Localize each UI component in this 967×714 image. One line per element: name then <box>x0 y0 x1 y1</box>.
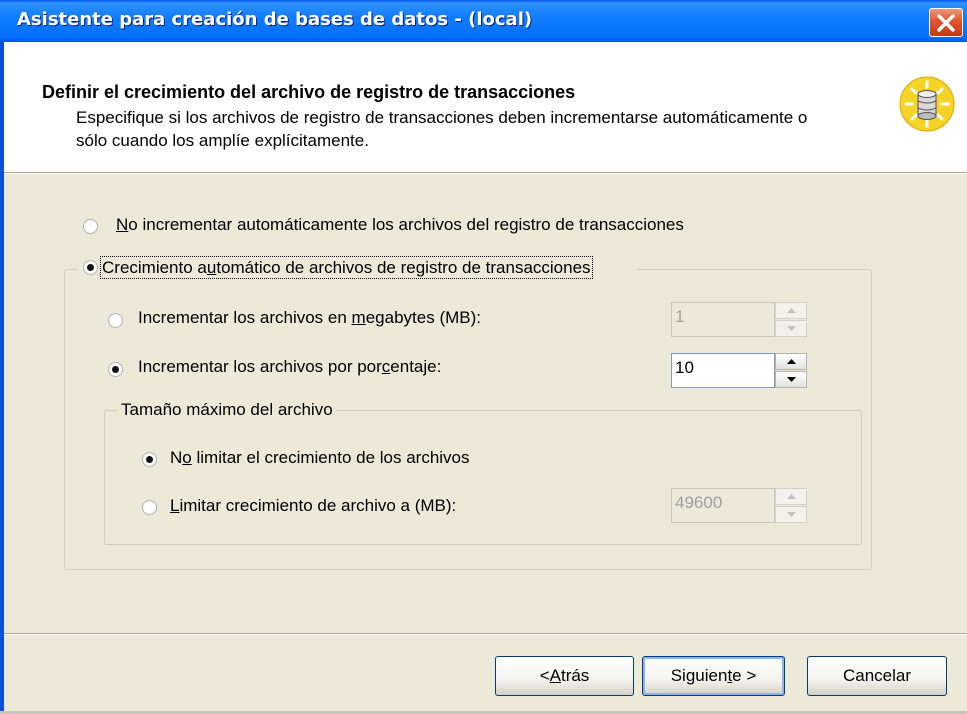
back-button-key: A <box>549 666 561 685</box>
arrow-up-icon <box>787 308 796 313</box>
no-auto-grow-label-post: o incrementar automáticamente los archiv… <box>128 215 684 234</box>
grow-percent-spin-up[interactable] <box>775 353 807 370</box>
arrow-down-icon <box>787 326 796 331</box>
arrow-down-icon <box>787 377 796 382</box>
no-auto-grow-label[interactable]: No incrementar automáticamente los archi… <box>116 215 684 235</box>
limit-label[interactable]: Limitar crecimiento de archivo a (MB): <box>170 496 456 516</box>
grow-mb-label-pre: Incrementar los archivos en <box>138 308 352 327</box>
page-title: Definir el crecimiento del archivo de re… <box>42 82 576 102</box>
next-button[interactable]: Siguien t e > <box>642 656 785 696</box>
title-bar[interactable]: Asistente para creación de bases de dato… <box>0 0 967 42</box>
auto-grow-label-key: u <box>206 258 217 277</box>
unlimited-radio[interactable] <box>142 452 157 467</box>
unlimited-label-key: o <box>182 448 192 467</box>
grow-percent-label-post: entaje: <box>390 357 442 376</box>
auto-grow-label-pre: Crecimiento a <box>102 258 207 277</box>
auto-grow-option[interactable]: Crecimiento automático de archivos de re… <box>78 256 637 279</box>
limit-radio[interactable] <box>142 500 157 515</box>
grow-mb-label-post: egabytes (MB): <box>365 308 481 327</box>
next-button-pre: Siguien <box>670 666 728 685</box>
no-auto-grow-radio[interactable] <box>83 219 98 234</box>
window-title: Asistente para creación de bases de dato… <box>17 9 533 30</box>
max-size-group-label: Tamaño máximo del archivo <box>118 400 336 420</box>
grow-percent-input[interactable]: 10 <box>671 353 775 388</box>
grow-mb-input[interactable]: 1 <box>671 302 775 337</box>
arrow-up-icon <box>787 359 796 364</box>
arrow-up-icon <box>787 494 796 499</box>
limit-spinner[interactable] <box>775 488 807 523</box>
grow-mb-radio[interactable] <box>108 313 123 328</box>
auto-grow-label-post: tomático de archivos de registro de tran… <box>216 258 591 277</box>
back-button[interactable]: < Atrás <box>495 656 634 696</box>
close-button[interactable] <box>929 8 963 37</box>
grow-percent-spinner[interactable] <box>775 353 807 388</box>
grow-percent-label-pre: Incrementar los archivos por por <box>138 357 382 376</box>
wizard-window: Asistente para creación de bases de dato… <box>0 0 967 714</box>
grow-mb-label-key: m <box>351 308 366 327</box>
auto-grow-label[interactable]: Crecimiento automático de archivos de re… <box>100 256 593 279</box>
unlimited-label-post: limitar el crecimiento de los archivos <box>191 448 470 467</box>
grow-percent-label[interactable]: Incrementar los archivos por porcentaje: <box>138 357 441 377</box>
database-icon <box>899 76 955 132</box>
limit-input[interactable]: 49600 <box>671 488 775 523</box>
auto-grow-radio[interactable] <box>83 260 98 275</box>
back-button-pre: < <box>539 666 550 685</box>
grow-percent-label-key: c <box>381 357 391 376</box>
close-icon <box>937 14 955 32</box>
next-button-post: e > <box>732 666 757 685</box>
unlimited-label-pre: N <box>170 448 183 467</box>
footer-divider-highlight <box>4 634 967 635</box>
limit-label-post: imitar crecimiento de archivo a (MB): <box>179 496 457 515</box>
limit-spin-down[interactable] <box>775 506 807 523</box>
arrow-down-icon <box>787 512 796 517</box>
unlimited-label[interactable]: No limitar el crecimiento de los archivo… <box>170 448 470 468</box>
page-description: Especifique si los archivos de registro … <box>76 108 808 150</box>
back-button-post: trás <box>560 666 590 685</box>
limit-spin-up[interactable] <box>775 488 807 505</box>
grow-mb-spinner[interactable] <box>775 302 807 337</box>
grow-mb-spin-up[interactable] <box>775 302 807 319</box>
grow-mb-spin-down[interactable] <box>775 320 807 337</box>
header-divider-highlight <box>4 173 967 174</box>
grow-percent-radio[interactable] <box>108 362 123 377</box>
cancel-button[interactable]: Cancelar <box>807 656 947 696</box>
grow-mb-label[interactable]: Incrementar los archivos en megabytes (M… <box>138 308 481 328</box>
max-size-group <box>104 410 862 545</box>
grow-percent-spin-down[interactable] <box>775 371 807 388</box>
no-auto-grow-label-key: N <box>116 215 129 234</box>
